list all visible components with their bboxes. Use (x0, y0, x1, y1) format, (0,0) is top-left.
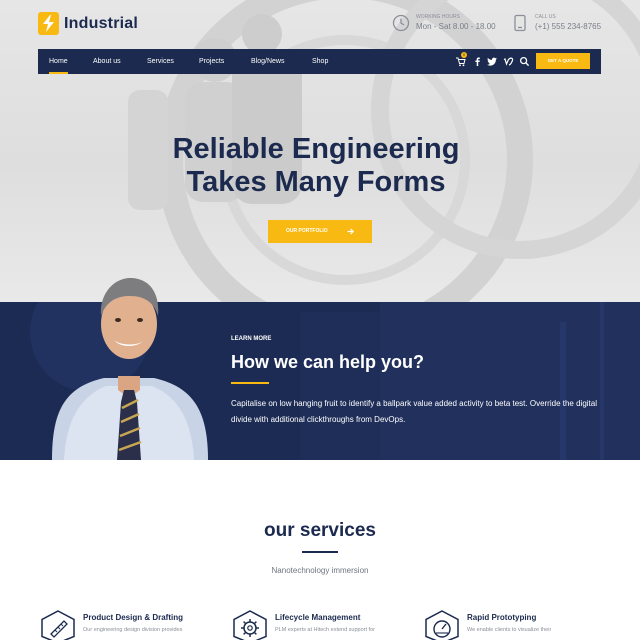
our-portfolio-label: OUR PORTFOLIO (286, 228, 328, 234)
phone-label: CALL US (535, 14, 556, 20)
nav-item-shop[interactable]: Shop (312, 49, 328, 74)
services-title-underline (302, 551, 338, 553)
services-subtitle: Nanotechnology immersion (271, 566, 369, 575)
help-title: How we can help you? (231, 352, 425, 372)
nav-item-services[interactable]: Services (147, 49, 174, 74)
phone-icon (514, 14, 526, 32)
nav-item-blog-news[interactable]: Blog/News (251, 49, 284, 74)
help-title-underline (231, 382, 269, 384)
brand-name: Industrial (64, 14, 139, 32)
vimeo-icon[interactable] (503, 56, 514, 67)
working-hours-value: Mon - Sat 8.00 - 18.00 (416, 22, 496, 31)
ruler-icon (41, 610, 75, 640)
gauge-icon (425, 610, 459, 640)
nav-item-about-us[interactable]: About us (93, 49, 121, 74)
lightning-bolt-icon (38, 12, 59, 35)
service-card-rapid-prototyping[interactable]: Rapid Prototyping We enable clients to v… (424, 610, 594, 640)
clock-icon (392, 14, 410, 32)
our-portfolio-button[interactable]: OUR PORTFOLIO (268, 220, 372, 243)
nav-item-home[interactable]: Home (49, 49, 68, 74)
search-icon[interactable] (519, 56, 530, 67)
facebook-icon[interactable] (472, 56, 483, 67)
working-hours-label: WORKING HOURS (416, 14, 460, 20)
nav-item-projects[interactable]: Projects (199, 49, 224, 74)
service-text: PLM experts at Hitech extend support for (275, 627, 375, 633)
brand-logo[interactable]: Industrial (38, 12, 138, 35)
get-a-quote-button[interactable]: GET A QUOTE (536, 53, 590, 69)
arrow-right-icon (347, 228, 354, 235)
service-title: Lifecycle Management (275, 613, 361, 622)
learn-more-eyebrow: LEARN MORE (231, 336, 272, 342)
service-text: Our engineering design division provides (83, 627, 183, 633)
twitter-icon[interactable] (487, 56, 498, 67)
working-hours-info: WORKING HOURS Mon - Sat 8.00 - 18.00 (392, 14, 496, 32)
phone-info: CALL US (+1) 555 234-8765 (511, 14, 601, 32)
hero-headline-line-2: Takes Many Forms (186, 166, 446, 198)
service-title: Product Design & Drafting (83, 613, 184, 622)
hero-section: Industrial WORKING HOURS Mon - Sat 8.00 … (0, 0, 640, 302)
cart-count-badge: 0 (461, 52, 467, 58)
header-topbar: Industrial WORKING HOURS Mon - Sat 8.00 … (0, 0, 640, 48)
hero-headline-line-1: Reliable Engineering (172, 133, 460, 165)
help-description: Capitalise on low hanging fruit to ident… (231, 399, 597, 424)
gear-icon (233, 610, 267, 640)
service-card-lifecycle-management[interactable]: Lifecycle Management PLM experts at Hite… (232, 610, 402, 640)
phone-number[interactable]: (+1) 555 234-8765 (535, 21, 601, 32)
hero-headline: Reliable Engineering Takes Many Forms (0, 133, 632, 199)
service-title: Rapid Prototyping (467, 613, 537, 622)
services-title: our services (264, 520, 376, 541)
main-navigation: Home About us Services Projects Blog/New… (38, 49, 601, 74)
service-text: We enable clients to visualize their (467, 627, 552, 633)
engineer-portrait-photo (52, 277, 208, 460)
service-card-product-design[interactable]: Product Design & Drafting Our engineerin… (40, 610, 210, 640)
